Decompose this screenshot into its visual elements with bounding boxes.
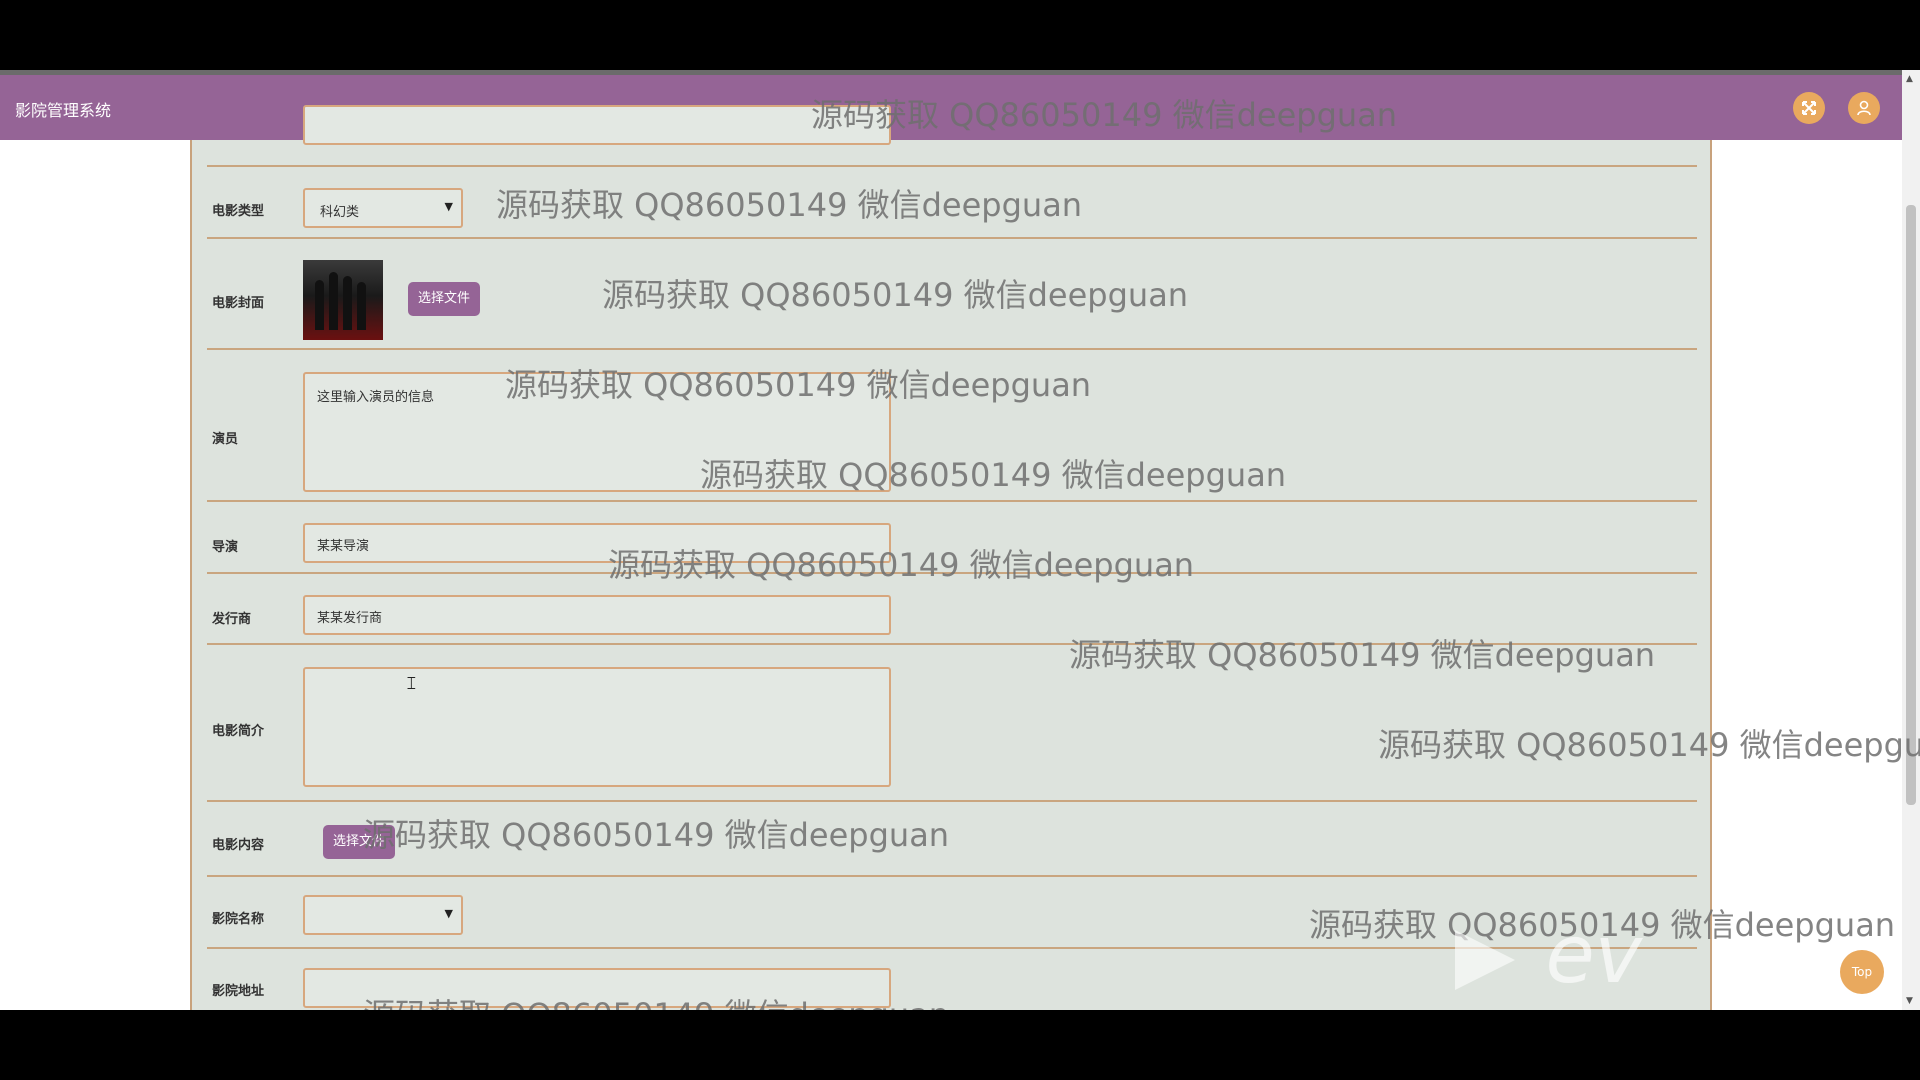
cover-choose-file-button[interactable]: 选择文件 bbox=[408, 282, 481, 316]
divider bbox=[207, 500, 1697, 502]
ev-logo-text: ev bbox=[1545, 908, 1642, 1001]
movie-type-select[interactable]: 科幻类 ▼ bbox=[303, 188, 463, 228]
scroll-thumb[interactable] bbox=[1906, 205, 1916, 805]
app-title: 影院管理系统 bbox=[15, 101, 112, 120]
divider bbox=[207, 165, 1697, 167]
synopsis-textarea[interactable] bbox=[303, 667, 891, 787]
fullscreen-button[interactable] bbox=[1793, 92, 1825, 124]
scroll-down-icon[interactable]: ▼ bbox=[1906, 996, 1913, 1006]
watermark: 源码获取 QQ86050149 微信deepguan bbox=[505, 366, 1092, 404]
cinema-name-select[interactable]: ▼ bbox=[303, 895, 463, 935]
movie-type-value: 科幻类 bbox=[320, 205, 360, 220]
app-window: 影院管理系统 电影类型 科幻类 ▼ 电影封面 选择文件 演员 这里输入演员的信息… bbox=[0, 70, 1920, 1010]
content-label: 电影内容 bbox=[212, 838, 265, 853]
watermark: 源码获取 QQ86050149 微信deepguan bbox=[700, 456, 1287, 494]
cover-thumbnail bbox=[303, 260, 383, 340]
director-label: 导演 bbox=[212, 540, 239, 555]
user-icon bbox=[1857, 100, 1871, 116]
watermark: 源码获取 QQ86050149 微信deepguan bbox=[1378, 726, 1920, 764]
scroll-up-icon[interactable]: ▲ bbox=[1906, 74, 1913, 84]
divider bbox=[207, 348, 1697, 350]
actors-label: 演员 bbox=[212, 432, 239, 447]
distributor-label: 发行商 bbox=[212, 612, 252, 627]
user-button[interactable] bbox=[1848, 92, 1880, 124]
chevron-down-icon: ▼ bbox=[444, 200, 453, 213]
watermark: 源码获取 QQ86050149 微信deepguan bbox=[602, 276, 1189, 314]
play-icon bbox=[1455, 930, 1515, 991]
divider bbox=[207, 800, 1697, 802]
cover-label: 电影封面 bbox=[212, 296, 265, 311]
cinema-address-label: 影院地址 bbox=[212, 984, 265, 999]
cover-figure bbox=[329, 272, 338, 330]
watermark: 源码获取 QQ86050149 微信deepguan bbox=[811, 96, 1398, 134]
movie-type-label: 电影类型 bbox=[212, 204, 265, 219]
expand-icon bbox=[1802, 101, 1816, 115]
watermark: 源码获取 QQ86050149 微信deepguan bbox=[608, 546, 1195, 584]
synopsis-label: 电影简介 bbox=[212, 724, 265, 739]
ev-logo: ev bbox=[1450, 915, 1720, 995]
cover-figure bbox=[315, 280, 324, 330]
divider bbox=[207, 875, 1697, 877]
cover-figure bbox=[357, 282, 366, 330]
back-to-top-button[interactable]: Top bbox=[1840, 950, 1884, 994]
movie-name-input[interactable] bbox=[303, 105, 891, 145]
chevron-down-icon: ▼ bbox=[444, 907, 453, 920]
cover-figure bbox=[343, 276, 352, 330]
watermark: 源码获取 QQ86050149 微信deepguan bbox=[1069, 636, 1656, 674]
scrollbar[interactable]: ▲ ▼ bbox=[1902, 70, 1920, 1010]
watermark: 源码获取 QQ86050149 微信deepguan bbox=[496, 186, 1083, 224]
cinema-name-label: 影院名称 bbox=[212, 912, 265, 927]
distributor-input[interactable]: 某某发行商 bbox=[303, 595, 891, 635]
watermark: 源码获取 QQ86050149 微信deepguan bbox=[363, 990, 949, 1010]
divider bbox=[207, 237, 1697, 239]
watermark: 源码获取 QQ86050149 微信deepguan bbox=[363, 816, 950, 854]
text-cursor-icon: 𝙸 bbox=[405, 673, 418, 694]
